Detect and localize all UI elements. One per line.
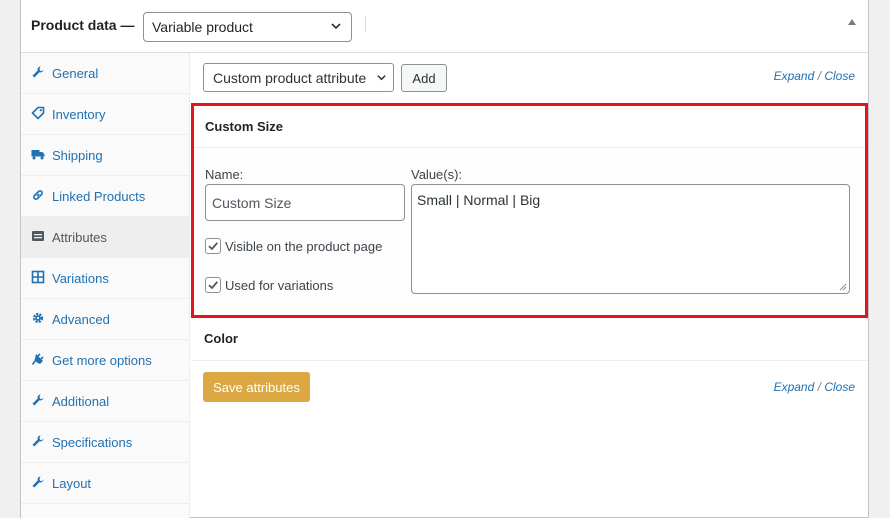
expand-close-links: Expand / Close — [774, 380, 855, 394]
attribute-color[interactable]: Color — [191, 318, 868, 361]
expand-close-links: Expand / Close — [774, 69, 855, 83]
tag-icon — [31, 106, 45, 120]
expand-close-separator: / — [817, 380, 821, 394]
checkmark-icon — [208, 242, 218, 251]
product-data-label: Product data — — [31, 17, 135, 33]
attribute-values-textarea[interactable]: Small | Normal | Big — [411, 184, 850, 294]
tab-label: Additional — [52, 394, 110, 409]
expand-close-separator: / — [817, 69, 821, 83]
attribute-values-text: Small | Normal | Big — [417, 192, 541, 208]
header-divider — [365, 16, 366, 32]
product-data-panel: Product data — Variable product General … — [20, 0, 869, 518]
chevron-down-icon — [377, 75, 386, 81]
grid-icon — [31, 270, 45, 284]
tab-additional[interactable]: Additional — [21, 381, 189, 422]
name-label: Name: — [205, 167, 244, 182]
close-link[interactable]: Close — [824, 380, 855, 394]
attribute-type-select[interactable]: Custom product attribute — [203, 63, 394, 92]
save-attributes-button[interactable]: Save attributes — [203, 372, 310, 402]
add-attribute-button[interactable]: Add — [401, 64, 447, 92]
checkbox-box[interactable] — [205, 238, 221, 254]
attributes-toolbar: Custom product attribute Add Expand / Cl… — [191, 53, 868, 102]
tab-label: Inventory — [52, 107, 106, 122]
tab-inventory[interactable]: Inventory — [21, 94, 189, 135]
values-label: Value(s): — [411, 167, 463, 182]
tab-label: Specifications — [52, 435, 133, 450]
tab-shipping[interactable]: Shipping — [21, 135, 189, 176]
tab-variations[interactable]: Variations — [21, 258, 189, 299]
tab-layout[interactable]: Layout — [21, 463, 189, 504]
chevron-down-icon — [331, 23, 341, 30]
tab-label: General — [52, 66, 99, 81]
attribute-title: Custom Size — [205, 119, 284, 134]
checkbox-label: Used for variations — [225, 278, 334, 293]
product-data-tabs: General Inventory Shipping Linked Produc… — [21, 53, 190, 518]
tab-label: Advanced — [52, 312, 110, 327]
truck-icon — [31, 150, 45, 160]
attribute-title: Color — [204, 331, 238, 346]
tab-label: Variations — [52, 271, 109, 286]
product-type-value: Variable product — [152, 19, 253, 35]
checkbox-box[interactable] — [205, 277, 221, 293]
tab-specifications[interactable]: Specifications — [21, 422, 189, 463]
wrench-icon — [32, 394, 44, 406]
tab-attributes[interactable]: Attributes — [21, 217, 189, 258]
tab-general[interactable]: General — [21, 53, 189, 94]
plugin-icon — [31, 353, 44, 365]
tab-label: Get more options — [52, 353, 152, 368]
attribute-type-value: Custom product attribute — [213, 70, 367, 86]
tab-linked-products[interactable]: Linked Products — [21, 176, 189, 217]
close-link[interactable]: Close — [824, 69, 855, 83]
wrench-icon — [32, 435, 44, 447]
used-for-variations-checkbox[interactable]: Used for variations — [205, 277, 405, 295]
collapse-arrow-icon[interactable] — [848, 19, 856, 25]
resize-handle-icon[interactable] — [839, 283, 847, 291]
list-icon — [32, 231, 44, 241]
expand-link[interactable]: Expand — [774, 69, 815, 83]
attribute-name-input[interactable]: Custom Size — [205, 184, 405, 221]
gear-icon — [32, 312, 44, 324]
attribute-body: Name: Custom Size Visible on the product… — [194, 149, 865, 315]
tab-advanced[interactable]: Advanced — [21, 299, 189, 340]
checkmark-icon — [208, 281, 218, 290]
tab-label: Shipping — [52, 148, 103, 163]
link-icon — [33, 190, 43, 200]
wrench-icon — [32, 476, 44, 488]
product-type-select[interactable]: Variable product — [143, 12, 352, 42]
tab-label: Attributes — [52, 230, 107, 245]
wrench-icon — [32, 66, 44, 78]
visible-on-product-page-checkbox[interactable]: Visible on the product page — [205, 238, 405, 256]
expand-link[interactable]: Expand — [774, 380, 815, 394]
attribute-header[interactable]: Custom Size — [194, 106, 865, 148]
tab-get-more-options[interactable]: Get more options — [21, 340, 189, 381]
attribute-custom-size: Custom Size Name: Custom Size Visible on… — [191, 103, 868, 318]
attributes-panel: Custom product attribute Add Expand / Cl… — [191, 53, 868, 518]
tab-label: Linked Products — [52, 189, 146, 204]
tab-label: Layout — [52, 476, 92, 491]
checkbox-label: Visible on the product page — [225, 239, 383, 254]
product-data-header: Product data — Variable product — [21, 0, 868, 53]
